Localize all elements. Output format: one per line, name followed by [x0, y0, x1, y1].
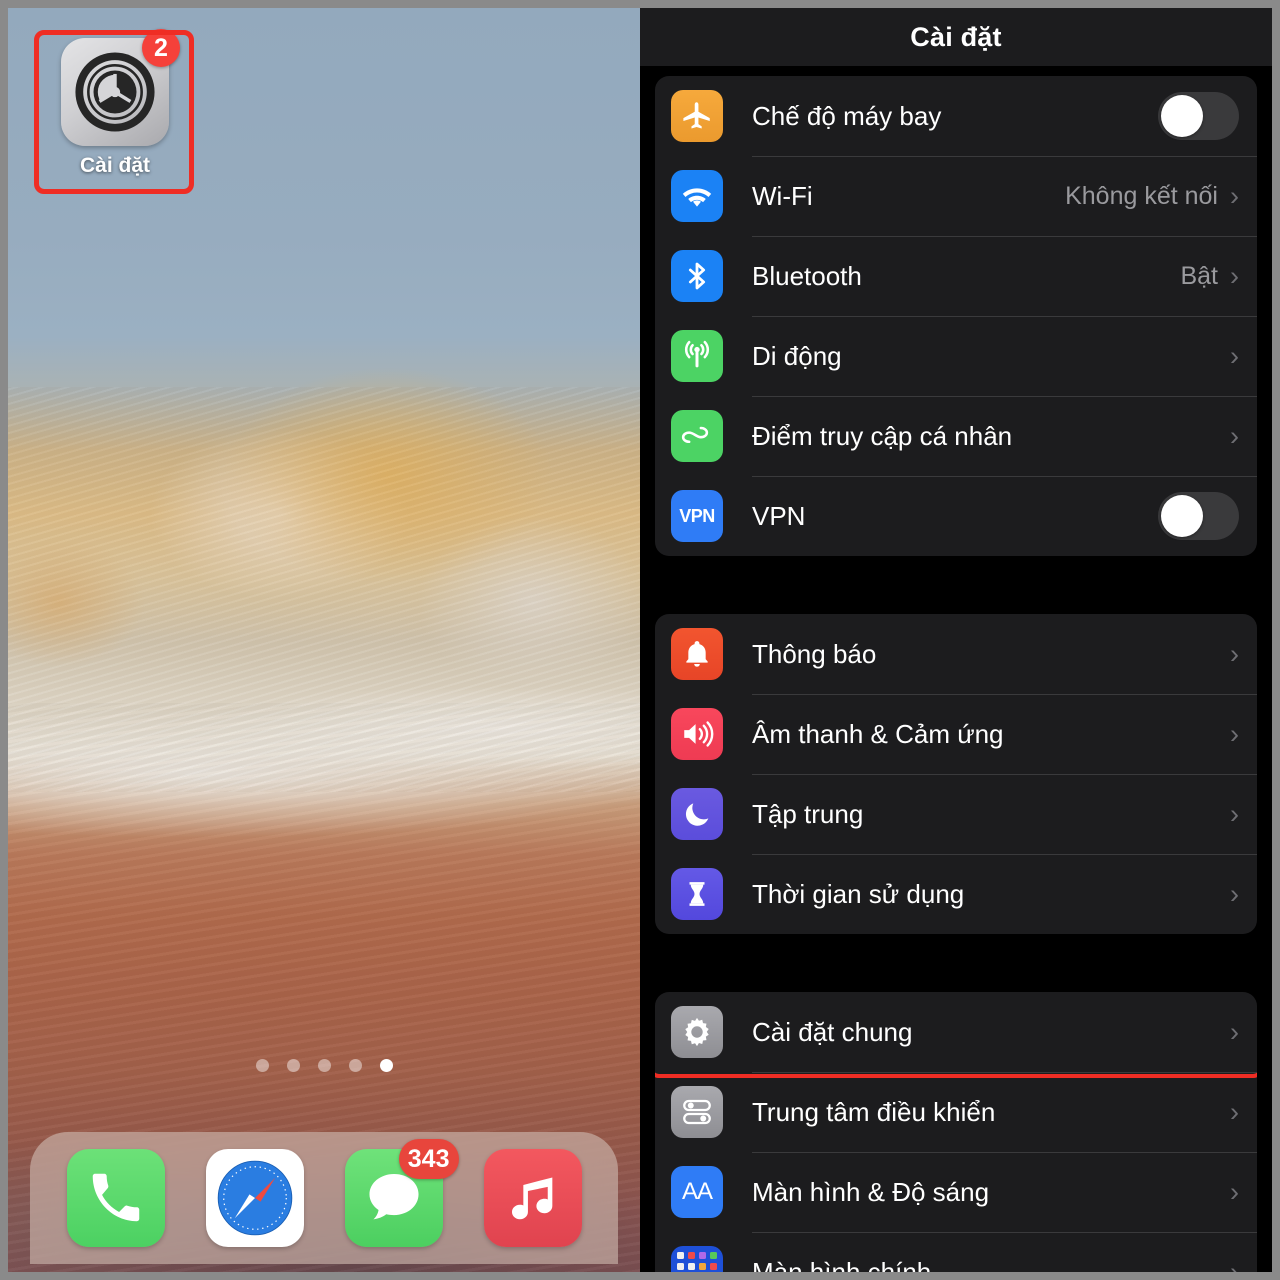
compass-icon	[217, 1160, 292, 1236]
page-dot-2[interactable]	[286, 1059, 300, 1072]
toggle-knob	[1161, 95, 1203, 137]
settings-row-control-center[interactable]: Trung tâm điều khiển ›	[655, 1072, 1257, 1152]
settings-row-sounds-haptics[interactable]: Âm thanh & Cảm ứng ›	[655, 694, 1257, 774]
aa-icon-text: AA	[681, 1178, 713, 1205]
chevron-right-icon: ›	[1230, 260, 1239, 291]
page-dot-3[interactable]	[317, 1059, 331, 1072]
chevron-right-icon: ›	[1230, 878, 1239, 909]
wifi-icon	[671, 170, 723, 222]
settings-row-label: Điểm truy cập cá nhân	[752, 420, 1013, 451]
chevron-right-icon: ›	[1230, 1016, 1239, 1047]
settings-row-home-screen[interactable]: Màn hình chính ›	[655, 1232, 1257, 1280]
settings-row-personal-hotspot[interactable]: Điểm truy cập cá nhân ›	[655, 396, 1257, 476]
vpn-toggle[interactable]	[1158, 492, 1239, 540]
settings-row-label: Bluetooth	[752, 260, 862, 291]
settings-app-screen: Cài đặt Chế độ máy bay Wi-Fi Không kết n…	[640, 0, 1280, 1280]
phone-icon	[92, 1173, 139, 1222]
chevron-right-icon: ›	[1230, 1176, 1239, 1207]
vpn-icon: VPN	[671, 490, 723, 542]
settings-row-notifications[interactable]: Thông báo ›	[655, 614, 1257, 694]
settings-scroll-area[interactable]: Chế độ máy bay Wi-Fi Không kết nối › Blu…	[640, 76, 1272, 1280]
settings-row-label: Âm thanh & Cảm ứng	[752, 718, 1004, 749]
toggles-icon	[671, 1086, 723, 1138]
chevron-right-icon: ›	[1230, 1256, 1239, 1280]
settings-row-label: Thông báo	[752, 638, 877, 669]
settings-row-wifi[interactable]: Wi-Fi Không kết nối ›	[655, 156, 1257, 236]
settings-row-screen-time[interactable]: Thời gian sử dụng ›	[655, 854, 1257, 934]
settings-row-vpn[interactable]: VPN VPN	[655, 476, 1257, 556]
settings-row-label: Màn hình & Độ sáng	[752, 1176, 990, 1207]
dock-app-phone[interactable]	[66, 1149, 165, 1247]
toggle-knob	[1161, 495, 1203, 537]
settings-row-label: Tập trung	[752, 798, 864, 829]
chevron-right-icon: ›	[1230, 340, 1239, 371]
dock-app-messages[interactable]: 343	[344, 1139, 459, 1247]
page-dot-1[interactable]	[255, 1059, 269, 1072]
app-badge-count: 2	[142, 29, 180, 67]
settings-row-label: Cài đặt chung	[752, 1016, 913, 1047]
dock: 343	[30, 1132, 618, 1264]
settings-section-general: Cài đặt chung › Trung tâm điều khiển › A…	[655, 992, 1257, 1280]
bell-icon	[671, 628, 723, 680]
chevron-right-icon: ›	[1230, 718, 1239, 749]
airplane-icon	[671, 90, 723, 142]
settings-row-bluetooth[interactable]: Bluetooth Bật ›	[655, 236, 1257, 316]
settings-row-label: Trung tâm điều khiển	[752, 1096, 996, 1127]
iphone-home-screen: 2 Cài đặt 343	[0, 0, 640, 1280]
settings-row-value: Không kết nối	[1065, 181, 1218, 210]
settings-row-cellular[interactable]: Di động ›	[655, 316, 1257, 396]
dock-app-safari[interactable]	[205, 1149, 304, 1247]
app-icon-label: Cài đặt	[79, 154, 150, 177]
nav-bar: Cài đặt	[640, 8, 1272, 66]
app-grid-dots	[677, 1252, 717, 1272]
hotspot-link-icon	[671, 410, 723, 462]
dock-badge-messages: 343	[398, 1139, 459, 1179]
cellular-antenna-icon	[671, 330, 723, 382]
settings-section-alerts: Thông báo › Âm thanh & Cảm ứng › Tập tru…	[655, 614, 1257, 934]
page-dot-4[interactable]	[348, 1059, 362, 1072]
music-note-icon	[511, 1177, 552, 1220]
airplane-mode-toggle[interactable]	[1158, 92, 1239, 140]
chevron-right-icon: ›	[1230, 1096, 1239, 1127]
moon-icon	[671, 788, 723, 840]
settings-row-value: Bật	[1180, 261, 1218, 290]
bluetooth-icon	[671, 250, 723, 302]
app-icon-settings[interactable]: 2 Cài đặt	[42, 29, 188, 178]
chevron-right-icon: ›	[1230, 798, 1239, 829]
settings-row-label: Wi-Fi	[752, 180, 813, 211]
settings-row-label: Di động	[752, 340, 842, 371]
screenshot-root: 2 Cài đặt 343 Cài đặt Chế độ máy bay Wi-…	[0, 0, 1280, 1280]
app-icon-wrap[interactable]: 2	[61, 29, 180, 146]
page-dot-5[interactable]	[379, 1059, 393, 1072]
chevron-right-icon: ›	[1230, 420, 1239, 451]
settings-row-label: Màn hình chính	[752, 1256, 932, 1280]
gear-icon	[671, 1006, 723, 1058]
page-title: Cài đặt	[910, 21, 1002, 52]
settings-row-label: VPN	[752, 500, 806, 531]
wallpaper	[8, 8, 640, 1272]
app-grid-icon	[671, 1246, 723, 1272]
settings-section-connectivity: Chế độ máy bay Wi-Fi Không kết nối › Blu…	[655, 76, 1257, 556]
settings-row-general[interactable]: Cài đặt chung ›	[655, 992, 1257, 1078]
settings-row-focus[interactable]: Tập trung ›	[655, 774, 1257, 854]
vpn-icon-text: VPN	[679, 505, 715, 526]
settings-row-airplane-mode[interactable]: Chế độ máy bay	[655, 76, 1257, 156]
speaker-icon	[671, 708, 723, 760]
dock-app-music[interactable]	[483, 1149, 582, 1247]
settings-row-display-brightness[interactable]: AA Màn hình & Độ sáng ›	[655, 1152, 1257, 1232]
chevron-right-icon: ›	[1230, 638, 1239, 669]
settings-row-label: Thời gian sử dụng	[752, 878, 965, 909]
page-indicator-dots[interactable]	[8, 1059, 640, 1072]
hourglass-icon	[671, 868, 723, 920]
chevron-right-icon: ›	[1230, 180, 1239, 211]
aa-text-icon: AA	[671, 1166, 723, 1218]
settings-row-label: Chế độ máy bay	[752, 100, 942, 131]
